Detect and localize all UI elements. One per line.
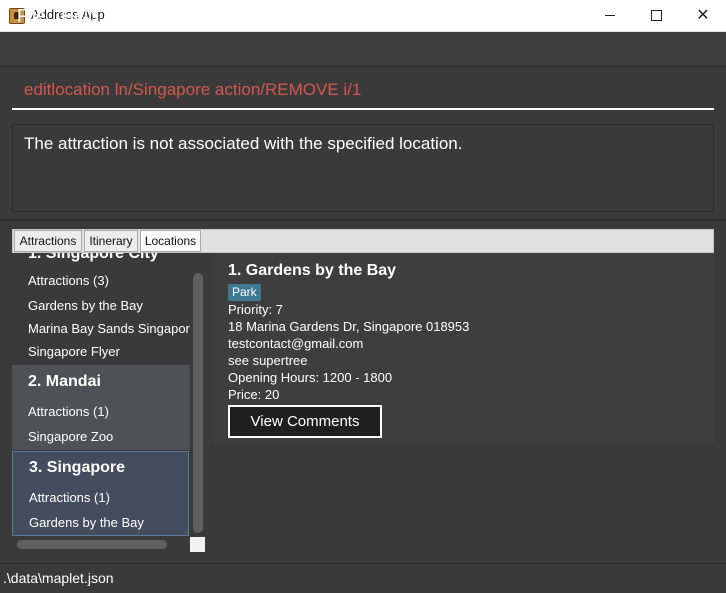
location-attraction-count: Attractions (1) xyxy=(29,490,110,505)
menu-file[interactable]: File xyxy=(17,6,46,27)
attraction-address: 18 Marina Gardens Dr, Singapore 018953 xyxy=(228,319,470,334)
minimize-icon xyxy=(605,15,615,16)
menu-bar xyxy=(0,32,726,67)
close-button[interactable]: ✕ xyxy=(680,0,726,31)
close-icon: ✕ xyxy=(696,6,710,24)
panel-divider xyxy=(0,219,726,221)
menu-help[interactable]: Help xyxy=(61,6,98,27)
attraction-price: Price: 20 xyxy=(228,387,280,402)
status-file-path: .\data\maplet.json xyxy=(3,570,114,586)
attraction-name: 1. Gardens by the Bay xyxy=(228,262,397,279)
location-attraction-item: Gardens by the Bay xyxy=(29,515,144,530)
attraction-priority: Priority: 7 xyxy=(228,302,283,317)
minimize-button[interactable] xyxy=(587,0,633,31)
tab-itinerary[interactable]: Itinerary xyxy=(84,230,138,252)
tab-locations[interactable]: Locations xyxy=(140,230,201,252)
vertical-scrollbar-thumb[interactable] xyxy=(193,273,203,533)
horizontal-scrollbar-thumb[interactable] xyxy=(17,540,167,549)
location-card-title: 2. Mandai xyxy=(28,373,101,390)
command-input[interactable] xyxy=(12,72,714,110)
location-attraction-item: Marina Bay Sands Singapore xyxy=(28,321,198,336)
view-comments-button[interactable]: View Comments xyxy=(228,405,382,438)
location-card-title: 3. Singapore xyxy=(29,459,126,476)
location-attraction-count: Attractions (1) xyxy=(28,404,109,419)
tab-attractions[interactable]: Attractions xyxy=(14,230,82,252)
location-attraction-item: Gardens by the Bay xyxy=(28,298,143,313)
attraction-email: testcontact@gmail.com xyxy=(228,336,364,351)
location-attraction-item: Singapore Flyer xyxy=(28,344,120,359)
maximize-icon xyxy=(650,10,662,21)
location-attraction-item: Singapore Zoo xyxy=(28,429,114,444)
maximize-button[interactable] xyxy=(633,0,679,31)
scroll-corner xyxy=(190,537,205,552)
attraction-tag: Park xyxy=(228,284,261,301)
result-message: The attraction is not associated with th… xyxy=(24,134,463,153)
attraction-description: see supertree xyxy=(228,353,308,368)
attraction-opening-hours: Opening Hours: 1200 - 1800 xyxy=(228,370,393,385)
location-attraction-count: Attractions (3) xyxy=(28,273,109,288)
